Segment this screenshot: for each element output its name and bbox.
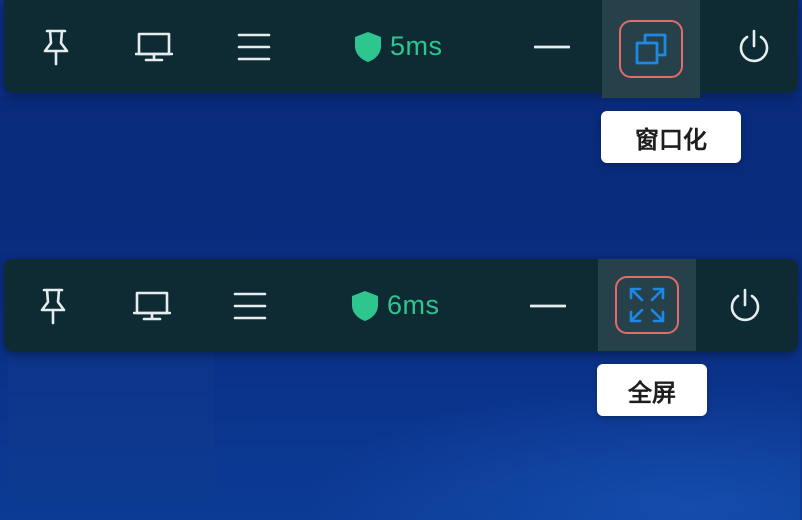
power-button[interactable] — [723, 259, 767, 352]
minimize-button[interactable] — [528, 259, 568, 352]
remote-toolbar-bottom: 6ms — [4, 259, 798, 352]
display-button[interactable] — [130, 259, 174, 352]
desktop-window-shadow — [8, 348, 214, 500]
pin-icon — [43, 29, 69, 65]
latency-indicator: 5ms — [354, 0, 443, 93]
fullscreen-tooltip: 全屏 — [597, 364, 707, 416]
display-button[interactable] — [132, 0, 176, 93]
desktop-wave — [240, 360, 800, 520]
power-button[interactable] — [732, 0, 776, 93]
window-mode-button[interactable] — [602, 0, 700, 98]
power-icon — [730, 288, 760, 321]
shield-icon — [355, 31, 381, 62]
window-mode-tooltip: 窗口化 — [601, 111, 741, 163]
pin-button[interactable] — [31, 259, 75, 352]
fullscreen-icon — [629, 287, 665, 323]
remote-toolbar-top: 5ms — [4, 0, 798, 98]
menu-button[interactable] — [228, 259, 272, 352]
fullscreen-button[interactable] — [598, 259, 696, 351]
latency-value: 6ms — [387, 290, 440, 320]
menu-icon — [237, 33, 271, 60]
shield-icon — [352, 290, 378, 321]
minimize-icon — [530, 304, 566, 307]
menu-button[interactable] — [232, 0, 276, 93]
minimize-button[interactable] — [532, 0, 572, 93]
monitor-icon — [135, 32, 173, 61]
latency-value: 5ms — [390, 31, 443, 61]
pin-icon — [40, 288, 66, 324]
power-icon — [739, 29, 769, 62]
window-mode-icon — [635, 33, 667, 65]
menu-icon — [233, 292, 267, 319]
highlight-annotation — [619, 20, 683, 78]
pin-button[interactable] — [34, 0, 78, 93]
monitor-icon — [133, 291, 171, 320]
highlight-annotation — [615, 276, 679, 334]
minimize-icon — [534, 45, 570, 48]
latency-indicator: 6ms — [351, 259, 440, 352]
